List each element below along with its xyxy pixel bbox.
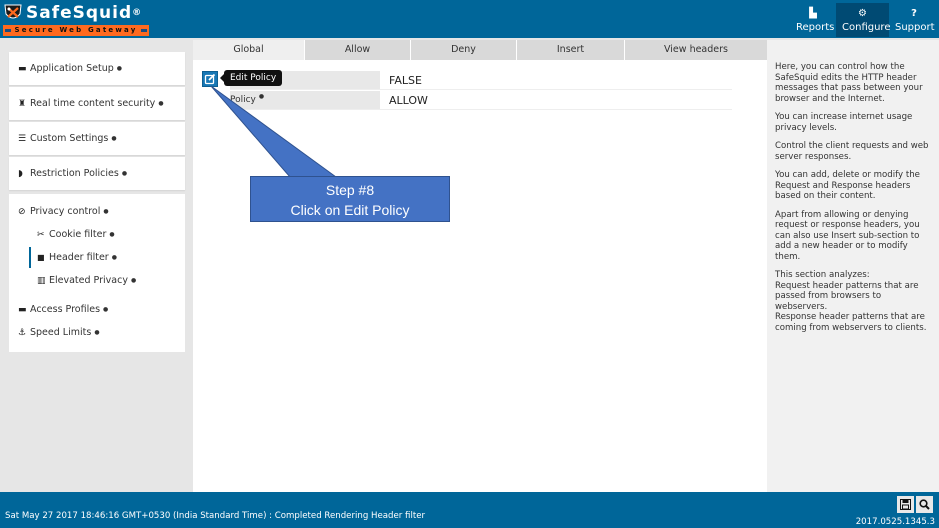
callout-line-1: Step #8 bbox=[325, 182, 375, 198]
scissors-icon: ✂ bbox=[37, 229, 45, 240]
version-text: 2017.0525.1345.3 bbox=[855, 517, 935, 527]
nav-configure-label: Configure bbox=[842, 22, 891, 33]
sidebar-card-real-time-content-security: ♜ Real time content security ● bbox=[9, 87, 185, 120]
edit-icon bbox=[204, 73, 216, 85]
sidebar-item-custom-settings[interactable]: ☰ Custom Settings ● bbox=[9, 122, 185, 155]
sidebar-item-label: Speed Limits bbox=[30, 327, 92, 338]
sidebar-item-cookie-filter[interactable]: ✂ Cookie filter ● bbox=[9, 223, 185, 246]
sidebar-item-label: Application Setup bbox=[30, 63, 114, 74]
sidebar-item-restriction-policies[interactable]: ◗ Restriction Policies ● bbox=[9, 157, 185, 190]
info-icon[interactable]: ● bbox=[112, 254, 117, 261]
policy-row-value: ALLOW bbox=[389, 94, 428, 107]
sidebar-item-label: Header filter bbox=[49, 252, 109, 263]
barcode-icon: ▥ bbox=[37, 275, 46, 286]
callout-line-2: Click on Edit Policy bbox=[290, 202, 410, 218]
help-paragraph: Control the client requests and web serv… bbox=[775, 141, 929, 162]
anchor-icon: ⚓ bbox=[18, 327, 27, 338]
info-icon[interactable]: ● bbox=[103, 306, 108, 313]
info-icon[interactable]: ● bbox=[103, 208, 108, 215]
shield-icon: ◗ bbox=[18, 168, 23, 179]
sidebar-item-label: Cookie filter bbox=[49, 229, 107, 240]
logo-shield-icon bbox=[4, 4, 22, 19]
cogs-icon: ⚙ bbox=[858, 8, 867, 19]
step-callout: Step #8 Click on Edit Policy bbox=[250, 176, 450, 222]
sidebar-item-label: Access Profiles bbox=[30, 304, 101, 315]
top-nav: ▙ Reports ⚙ Configure ? Support bbox=[790, 3, 939, 37]
sidebar-card-restriction-policies: ◗ Restriction Policies ● bbox=[9, 157, 185, 190]
ban-icon: ⊘ bbox=[18, 206, 26, 217]
lock-icon: ■ bbox=[37, 253, 45, 262]
help-paragraph: Here, you can control how the SafeSquid … bbox=[775, 62, 923, 104]
sidebar-item-label: Real time content security bbox=[30, 98, 156, 109]
top-bar: SafeSquid ® Secure Web Gateway ▙ Reports … bbox=[0, 0, 939, 38]
tab-deny[interactable]: Deny bbox=[411, 40, 517, 60]
info-icon[interactable]: ● bbox=[111, 135, 116, 142]
policy-row-key: Policy ● bbox=[230, 91, 380, 109]
brand-tagline: Secure Web Gateway bbox=[3, 25, 149, 36]
tower-icon: ♜ bbox=[18, 98, 27, 109]
search-button[interactable] bbox=[916, 496, 933, 513]
tab-bar: Global Allow Deny Insert View headers bbox=[193, 40, 767, 60]
help-paragraph: You can increase internet usage privacy … bbox=[775, 112, 913, 133]
help-analyzes-title: This section analyzes: bbox=[775, 270, 870, 280]
help-analyzes-line: Response header patterns that are coming… bbox=[775, 312, 927, 333]
save-icon bbox=[900, 499, 911, 510]
sidebar-item-application-setup[interactable]: ▬ Application Setup ● bbox=[9, 52, 185, 85]
edit-policy-button[interactable] bbox=[202, 71, 218, 87]
brand-name: SafeSquid bbox=[26, 3, 133, 23]
safesquid-logo: SafeSquid ® Secure Web Gateway bbox=[3, 2, 153, 36]
question-circle-icon: ? bbox=[911, 8, 917, 19]
help-analyzes: This section analyzes: Request header pa… bbox=[775, 270, 935, 333]
info-icon[interactable]: ● bbox=[259, 93, 264, 100]
help-paragraph: Apart from allowing or denying request o… bbox=[775, 209, 920, 262]
sidebar-item-real-time-content-security[interactable]: ♜ Real time content security ● bbox=[9, 87, 185, 120]
tab-insert[interactable]: Insert bbox=[517, 40, 625, 60]
sidebar-item-label: Restriction Policies bbox=[30, 168, 119, 179]
help-panel: Here, you can control how the SafeSquid … bbox=[767, 40, 939, 492]
info-icon[interactable]: ● bbox=[94, 329, 99, 336]
registered-mark: ® bbox=[132, 8, 142, 18]
sidebar-item-speed-limits[interactable]: ⚓ Speed Limits ● bbox=[9, 321, 185, 344]
sliders-icon: ☰ bbox=[18, 133, 27, 144]
tab-global[interactable]: Global bbox=[193, 40, 305, 60]
info-icon[interactable]: ● bbox=[109, 231, 114, 238]
sidebar-item-elevated-privacy[interactable]: ▥ Elevated Privacy ● bbox=[9, 269, 185, 292]
nav-support-label: Support bbox=[895, 22, 935, 33]
tab-view-headers[interactable]: View headers bbox=[625, 40, 767, 60]
status-bar: Sat May 27 2017 18:46:16 GMT+0530 (India… bbox=[0, 492, 939, 528]
sidebar-card-custom-settings: ☰ Custom Settings ● bbox=[9, 122, 185, 155]
edit-policy-tooltip: Edit Policy bbox=[219, 70, 283, 86]
sidebar-item-label: Custom Settings bbox=[30, 133, 109, 144]
sidebar-item-header-filter[interactable]: ■ Header filter ● bbox=[9, 246, 185, 269]
sidebar-item-privacy-control[interactable]: ⊘ Privacy control ● bbox=[9, 200, 185, 223]
chart-area-icon: ▙ bbox=[809, 8, 817, 19]
status-text: Sat May 27 2017 18:46:16 GMT+0530 (India… bbox=[5, 511, 426, 521]
briefcase-icon: ▬ bbox=[18, 63, 27, 74]
save-button[interactable] bbox=[897, 496, 914, 513]
search-icon bbox=[919, 499, 930, 510]
info-icon[interactable]: ● bbox=[122, 170, 127, 177]
help-paragraph: You can add, delete or modify the Reques… bbox=[775, 170, 920, 201]
sidebar-card-application-setup: ▬ Application Setup ● bbox=[9, 52, 185, 85]
tab-allow[interactable]: Allow bbox=[305, 40, 411, 60]
policy-row-enabled: FALSE bbox=[230, 71, 732, 90]
info-icon[interactable]: ● bbox=[117, 65, 122, 72]
policy-row-value: FALSE bbox=[389, 74, 422, 87]
sidebar-item-access-profiles[interactable]: ▬ Access Profiles ● bbox=[9, 298, 185, 321]
nav-support[interactable]: ? Support bbox=[889, 3, 939, 37]
sidebar-item-label: Elevated Privacy bbox=[49, 275, 128, 286]
nav-reports-label: Reports bbox=[796, 22, 835, 33]
policy-label: Policy bbox=[230, 95, 256, 105]
nav-reports[interactable]: ▙ Reports bbox=[790, 3, 836, 37]
briefcase-icon: ▬ bbox=[18, 304, 27, 315]
info-icon[interactable]: ● bbox=[131, 277, 136, 284]
info-icon[interactable]: ● bbox=[158, 100, 163, 107]
sidebar-group-privacy: ⊘ Privacy control ● ✂ Cookie filter ● ■ … bbox=[9, 194, 185, 352]
sidebar-item-label: Privacy control bbox=[30, 206, 101, 217]
help-analyzes-line: Request header patterns that are passed … bbox=[775, 280, 919, 312]
nav-configure[interactable]: ⚙ Configure bbox=[836, 3, 891, 37]
main-panel: Global Allow Deny Insert View headers FA… bbox=[193, 40, 767, 492]
policy-row-policy: Policy ● ALLOW bbox=[230, 91, 732, 110]
sidebar: ▬ Application Setup ● ♜ Real time conten… bbox=[9, 52, 185, 352]
